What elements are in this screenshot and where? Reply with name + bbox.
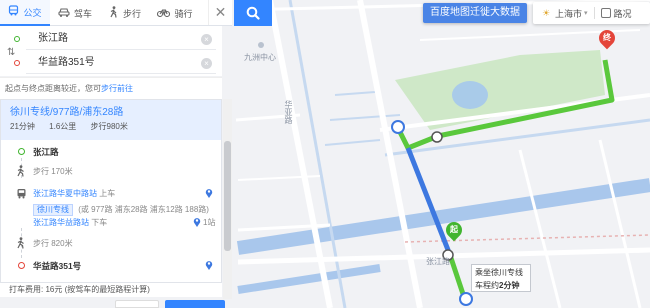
map-label-road: 华亚路 xyxy=(284,100,293,124)
start-dot-icon xyxy=(18,148,25,155)
location-icon[interactable] xyxy=(205,260,213,270)
end-input[interactable]: 华益路351号 × xyxy=(14,52,216,74)
start-pin[interactable]: 起 xyxy=(442,218,466,242)
step-walk-1: 步行 170米 xyxy=(1,165,221,180)
clear-start-icon[interactable]: × xyxy=(201,34,212,45)
transport-mode-tabs: 公交 驾车 步行 骑行 ✕ xyxy=(0,0,232,26)
step-end: 华益路351号 xyxy=(1,260,221,274)
end-dot-icon xyxy=(18,262,25,269)
swap-icon[interactable]: ⇅ xyxy=(7,47,15,58)
city-selector[interactable]: 上海市 xyxy=(555,7,582,20)
bus-icon xyxy=(8,5,19,19)
step-walk-2: 步行 820米 xyxy=(1,237,221,252)
search-button[interactable] xyxy=(234,0,272,26)
clear-end-icon[interactable]: × xyxy=(201,58,212,69)
step-line: 徐川专线 (或 977路 浦东28路 浦东12路 188路) xyxy=(1,203,221,217)
location-icon[interactable] xyxy=(193,217,201,227)
tab-bike[interactable]: 骑行 xyxy=(150,0,200,26)
weather-icon: ☀ xyxy=(541,7,551,18)
location-icon[interactable] xyxy=(205,188,213,198)
taxi-fare: 打车费用: 16元 (按驾车的最短路程计算) xyxy=(0,283,222,297)
line-tag[interactable]: 徐川专线 xyxy=(33,204,73,216)
bike-icon xyxy=(157,7,171,20)
chevron-down-icon[interactable]: ▾ xyxy=(584,9,588,17)
route-panel: 公交 驾车 步行 骑行 ✕ ⇅ 张江路 × 华益路351号 × 起点与终点距离较… xyxy=(0,0,272,308)
car-icon xyxy=(58,7,70,20)
tab-drive[interactable]: 驾车 xyxy=(50,0,100,26)
step-board: 张江路华夏中路站 上车 xyxy=(1,188,221,202)
step-alight: 张江路华益路站 下车 1站 xyxy=(33,217,216,227)
start-dot-icon xyxy=(14,36,20,42)
route-inputs: ⇅ 张江路 × 华益路351号 × xyxy=(0,26,222,76)
alight-stop-link[interactable]: 张江路华益路站 xyxy=(33,218,89,227)
bus-icon xyxy=(16,188,27,201)
search-icon xyxy=(246,6,260,20)
tab-transit[interactable]: 公交 xyxy=(0,0,50,26)
map-label-area: 九洲中心 xyxy=(244,53,276,62)
plan-title: 徐川专线/977路/浦东28路 xyxy=(10,107,124,118)
map-toolbar: ☀ 上海市 ▾ 路况 xyxy=(533,2,650,24)
walk-icon xyxy=(109,5,119,21)
route-bus-segment xyxy=(405,147,453,256)
route-callout: 乘坐徐川专线 车程约2分钟 xyxy=(471,264,531,292)
board-stop-link[interactable]: 张江路华夏中路站 xyxy=(33,189,97,198)
secondary-button[interactable] xyxy=(115,300,159,308)
scrollbar-thumb[interactable] xyxy=(224,141,231,251)
step-start: 张江路 xyxy=(1,146,221,160)
walk-icon xyxy=(16,165,26,179)
traffic-icon[interactable] xyxy=(600,8,611,18)
end-pin[interactable]: 终 xyxy=(595,26,619,50)
tab-walk[interactable]: 步行 xyxy=(100,0,150,26)
start-input[interactable]: 张江路 × xyxy=(14,28,216,50)
walk-icon xyxy=(16,237,26,251)
primary-button[interactable] xyxy=(165,300,225,308)
map-label-poi: 张江路 xyxy=(426,257,450,266)
close-icon[interactable]: ✕ xyxy=(208,0,232,25)
panel-scrollbar[interactable] xyxy=(223,99,232,299)
plan-summary[interactable]: 徐川专线/977路/浦东28路 21分钟 1.6公里 步行980米 xyxy=(1,100,221,140)
distance-notice: 起点与终点距离较近，您可步行前往 xyxy=(0,77,222,99)
plan-meta: 21分钟 1.6公里 步行980米 xyxy=(10,122,128,131)
migration-data-button[interactable]: 百度地图迁徙大数据 xyxy=(423,3,527,23)
walk-instead-link[interactable]: 步行前往 xyxy=(101,84,133,93)
end-dot-icon xyxy=(14,60,20,66)
route-result: 徐川专线/977路/浦东28路 21分钟 1.6公里 步行980米 张江路 步行… xyxy=(0,99,222,283)
traffic-toggle[interactable]: 路况 xyxy=(614,7,632,20)
